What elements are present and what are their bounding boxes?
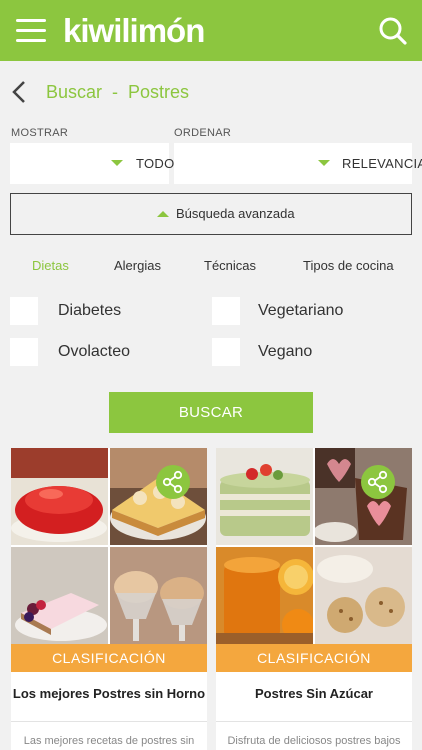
card-title[interactable]: Postres Sin Azúcar (216, 686, 412, 701)
breadcrumb: Buscar - Postres (0, 72, 422, 112)
ordenar-value: RELEVANCIA (342, 156, 422, 171)
hamburger-menu-icon[interactable] (16, 19, 46, 43)
card-title[interactable]: Los mejores Postres sin Horno (11, 686, 207, 701)
option-label-ovolacteo: Ovolacteo (58, 343, 131, 360)
chevron-up-icon (157, 211, 169, 217)
chevron-left-icon[interactable] (10, 80, 28, 104)
tab-alergias[interactable]: Alergias (114, 258, 161, 273)
dessert-image (216, 448, 313, 545)
checkbox-diabetes[interactable] (10, 297, 38, 325)
ordenar-label: ORDENAR (174, 127, 232, 139)
option-label-vegetariano: Vegetariano (258, 302, 344, 319)
breadcrumb-text: Buscar - Postres (46, 82, 190, 102)
share-icon (367, 470, 388, 494)
chevron-down-icon (111, 160, 123, 166)
dessert-image (110, 547, 207, 644)
mostrar-select[interactable]: TODO (10, 143, 174, 184)
tab-dietas[interactable]: Dietas (32, 258, 69, 273)
checkbox-ovolacteo[interactable] (10, 338, 38, 366)
search-button[interactable]: BUSCAR (109, 392, 313, 433)
recipe-card[interactable]: CLASIFICACIÓN Los mejores Postres sin Ho… (11, 448, 207, 750)
mostrar-label: MOSTRAR (11, 127, 69, 139)
checkbox-vegetariano[interactable] (212, 297, 240, 325)
option-label-diabetes: Diabetes (58, 302, 122, 319)
option-label-vegano: Vegano (258, 343, 313, 360)
share-button[interactable] (156, 465, 190, 499)
search-icon[interactable] (378, 16, 408, 46)
app-header: kiwilimón (0, 0, 422, 61)
advanced-search-toggle[interactable]: Búsqueda avanzada (10, 193, 412, 235)
classification-badge: CLASIFICACIÓN (11, 644, 207, 672)
dessert-image (315, 547, 412, 644)
classification-badge: CLASIFICACIÓN (216, 644, 412, 672)
dessert-image (11, 547, 108, 644)
share-icon (162, 470, 183, 494)
card-divider (216, 721, 412, 722)
advanced-search-label: Búsqueda avanzada (176, 206, 295, 221)
card-divider (11, 721, 207, 722)
chevron-down-icon (318, 160, 330, 166)
card-description: Las mejores recetas de postres sin (23, 735, 195, 747)
ordenar-select[interactable]: RELEVANCIA (174, 143, 422, 184)
recipe-card[interactable]: CLASIFICACIÓN Postres Sin Azúcar Disfrut… (216, 448, 412, 750)
tab-tecnicas[interactable]: Técnicas (204, 258, 256, 273)
dessert-image (216, 547, 313, 644)
app-logo[interactable]: kiwilimón (63, 12, 205, 50)
tab-tipos-de-cocina[interactable]: Tipos de cocina (303, 258, 394, 273)
dessert-image (11, 448, 108, 545)
card-description: Disfruta de deliciosos postres bajos (227, 735, 401, 747)
share-button[interactable] (361, 465, 395, 499)
checkbox-vegano[interactable] (212, 338, 240, 366)
mostrar-value: TODO (136, 156, 175, 171)
